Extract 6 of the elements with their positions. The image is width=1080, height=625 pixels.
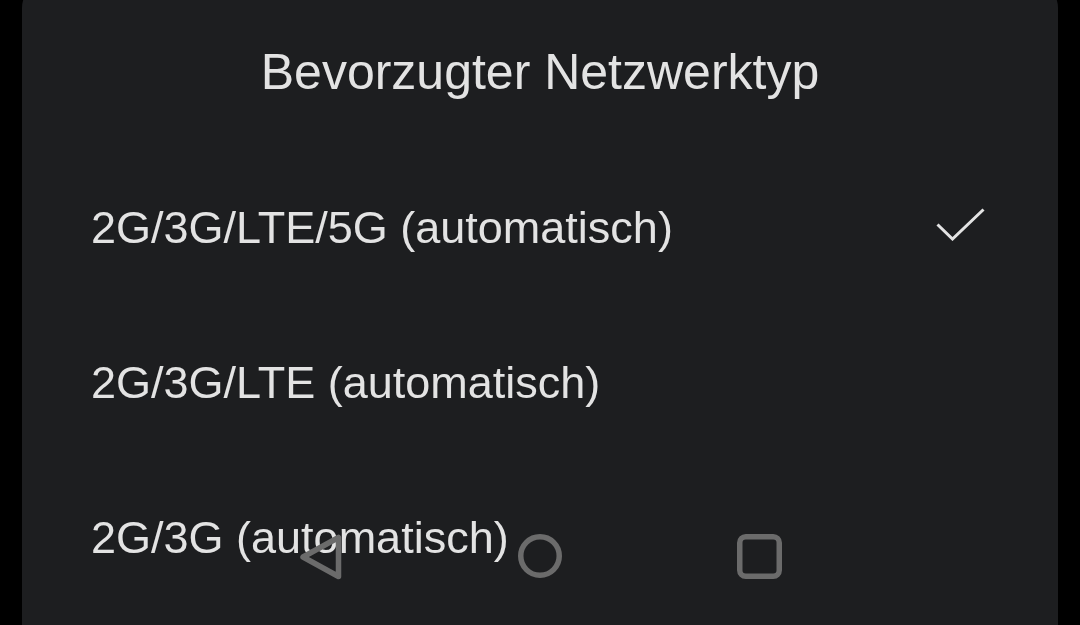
option-label[interactable]: 2G/3G/LTE (automatisch) <box>91 355 601 410</box>
home-icon[interactable] <box>518 534 562 578</box>
dialog-title: Bevorzugter Netzwerktyp <box>260 43 820 102</box>
option-label[interactable]: 2G/3G/LTE/5G (automatisch) <box>91 200 673 255</box>
recent-apps-icon[interactable] <box>736 534 782 579</box>
option-label[interactable]: 2G/3G (automatisch) <box>91 510 509 565</box>
